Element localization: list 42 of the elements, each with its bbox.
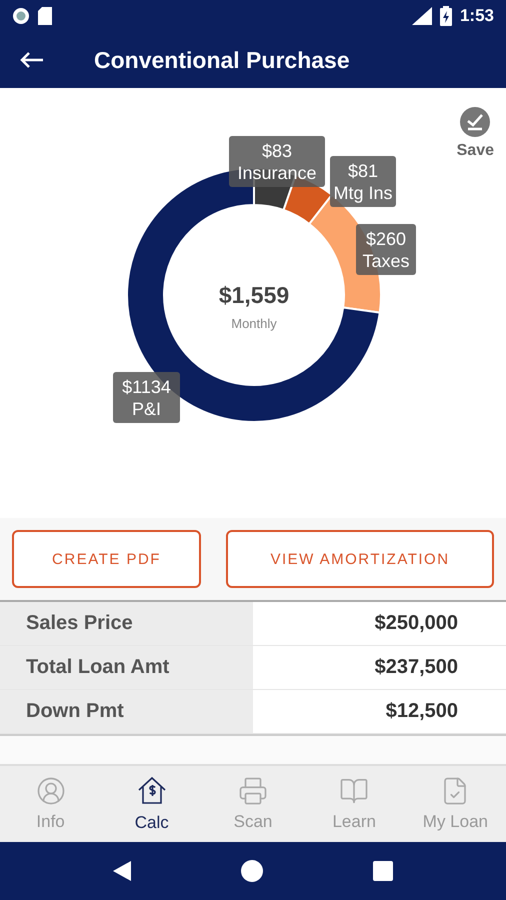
value-label: $83 Insurance (229, 136, 325, 187)
save-button[interactable]: Save (454, 104, 496, 162)
row-label: Total Loan Amt (0, 646, 253, 689)
value-label: $1134 P&I (113, 372, 180, 423)
sd-card-icon (38, 7, 52, 25)
nav-tab[interactable]: Scan (202, 766, 304, 842)
battery-icon (440, 6, 452, 26)
row-label: Sales Price (0, 602, 253, 645)
data-label: $83 (262, 141, 292, 161)
status-circle-icon (12, 7, 30, 25)
row-value: $237,500 (374, 655, 459, 680)
save-check-icon (459, 106, 492, 138)
value-label: $260 Taxes (356, 224, 416, 275)
person-icon (36, 776, 66, 806)
nav-tab[interactable]: Learn (304, 766, 405, 842)
view-amortization-button[interactable]: VIEW AMORTIZATION (226, 530, 494, 588)
nav-tab[interactable]: Calc (101, 766, 202, 842)
printer-icon (238, 776, 268, 806)
book-icon (339, 776, 370, 806)
signal-icon (412, 7, 432, 25)
status-time: 1:53 (460, 6, 494, 26)
nav-tab[interactable]: Info (0, 766, 102, 842)
row-value: $250,000 (374, 611, 459, 636)
house-dollar-icon (136, 775, 168, 807)
total-amount: $1,559 (218, 282, 290, 308)
back-arrow-icon[interactable] (20, 51, 44, 69)
data-label: $81 (348, 161, 378, 181)
row-label: Down Pmt (0, 690, 253, 733)
screen-title: Conventional Purchase (94, 46, 350, 74)
slice-label: P&I (132, 399, 162, 419)
home-icon[interactable] (241, 860, 263, 882)
nav-tab[interactable]: My Loan (404, 766, 506, 842)
slice-label: Mtg Ins (333, 183, 393, 203)
create-pdf-button[interactable]: CREATE PDF (12, 530, 201, 588)
slice-label: Taxes (362, 251, 410, 271)
row-value: $12,500 (384, 699, 459, 724)
data-label: $1134 (122, 377, 171, 397)
total-caption: Monthly (231, 316, 277, 331)
back-icon[interactable] (113, 861, 131, 881)
data-label: $260 (366, 229, 406, 249)
slice-label: Insurance (237, 163, 317, 183)
value-label: $81 Mtg Ins (330, 156, 396, 207)
